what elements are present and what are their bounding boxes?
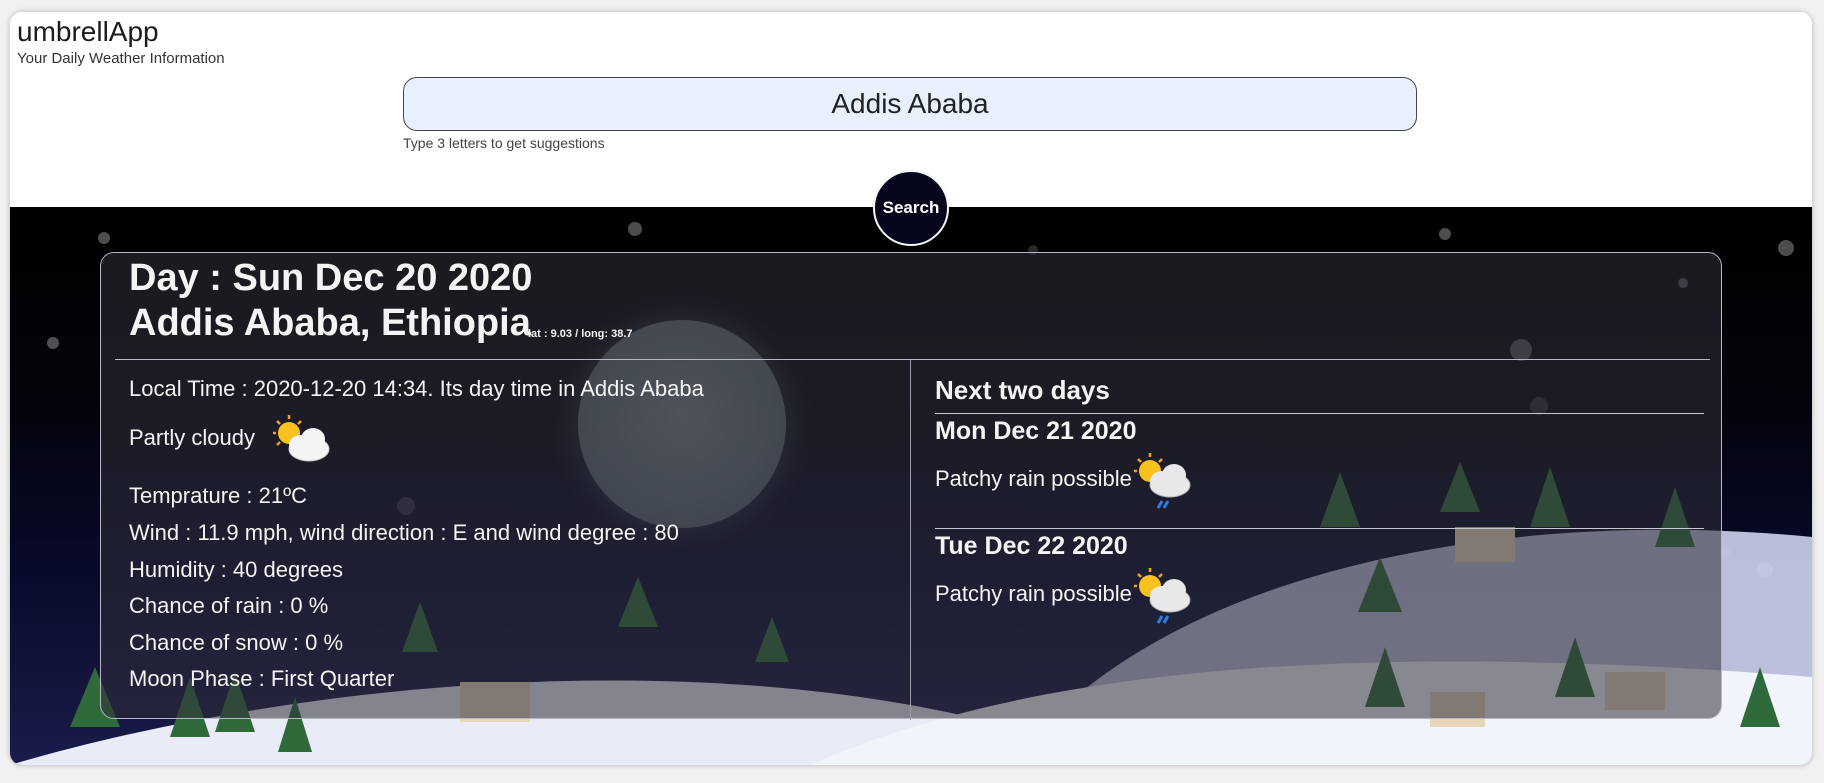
forecast-day-1-date: Mon Dec 21 2020 — [935, 417, 1137, 445]
app-title: umbrellApp — [17, 16, 159, 47]
patchy-rain-icon — [1134, 568, 1191, 624]
local-time: Local Time : 2020-12-20 14:34. Its day t… — [129, 376, 704, 401]
chance-of-rain: Chance of rain : 0 % — [129, 593, 329, 618]
app-tagline: Your Daily Weather Information — [17, 50, 225, 67]
chance-of-snow: Chance of snow : 0 % — [129, 630, 344, 655]
coordinates: lat : 9.03 / long: 38.7 — [528, 328, 633, 340]
partly-cloudy-icon — [273, 415, 330, 462]
forecast-day-2-condition: Patchy rain possible — [935, 581, 1132, 606]
patchy-rain-icon — [1134, 453, 1191, 509]
current-condition: Partly cloudy — [129, 425, 255, 450]
forecast-divider — [935, 413, 1704, 414]
forecast-day-1-condition: Patchy rain possible — [935, 466, 1132, 491]
search-input[interactable] — [403, 77, 1417, 131]
search-button[interactable]: Search — [873, 170, 949, 246]
temperature: Temprature : 21ºC — [129, 483, 307, 508]
forecast-title: Next two days — [935, 375, 1110, 405]
humidity: Humidity : 40 degrees — [129, 557, 343, 582]
wind: Wind : 11.9 mph, wind direction : E and … — [129, 520, 679, 545]
day-title: Day : Sun Dec 20 2020 — [129, 257, 533, 299]
location-title: Addis Ababa, Ethiopia — [129, 302, 531, 344]
app-window: umbrellApp Your Daily Weather Informatio… — [10, 12, 1812, 765]
card-divider — [115, 359, 1710, 360]
search-hint: Type 3 letters to get suggestions — [403, 135, 605, 151]
weather-card: Day : Sun Dec 20 2020 Addis Ababa, Ethio… — [100, 252, 1722, 720]
forecast-divider — [935, 528, 1704, 529]
column-divider — [910, 360, 911, 720]
forecast-day-2-date: Tue Dec 22 2020 — [935, 532, 1128, 560]
moon-phase: Moon Phase : First Quarter — [129, 666, 395, 691]
